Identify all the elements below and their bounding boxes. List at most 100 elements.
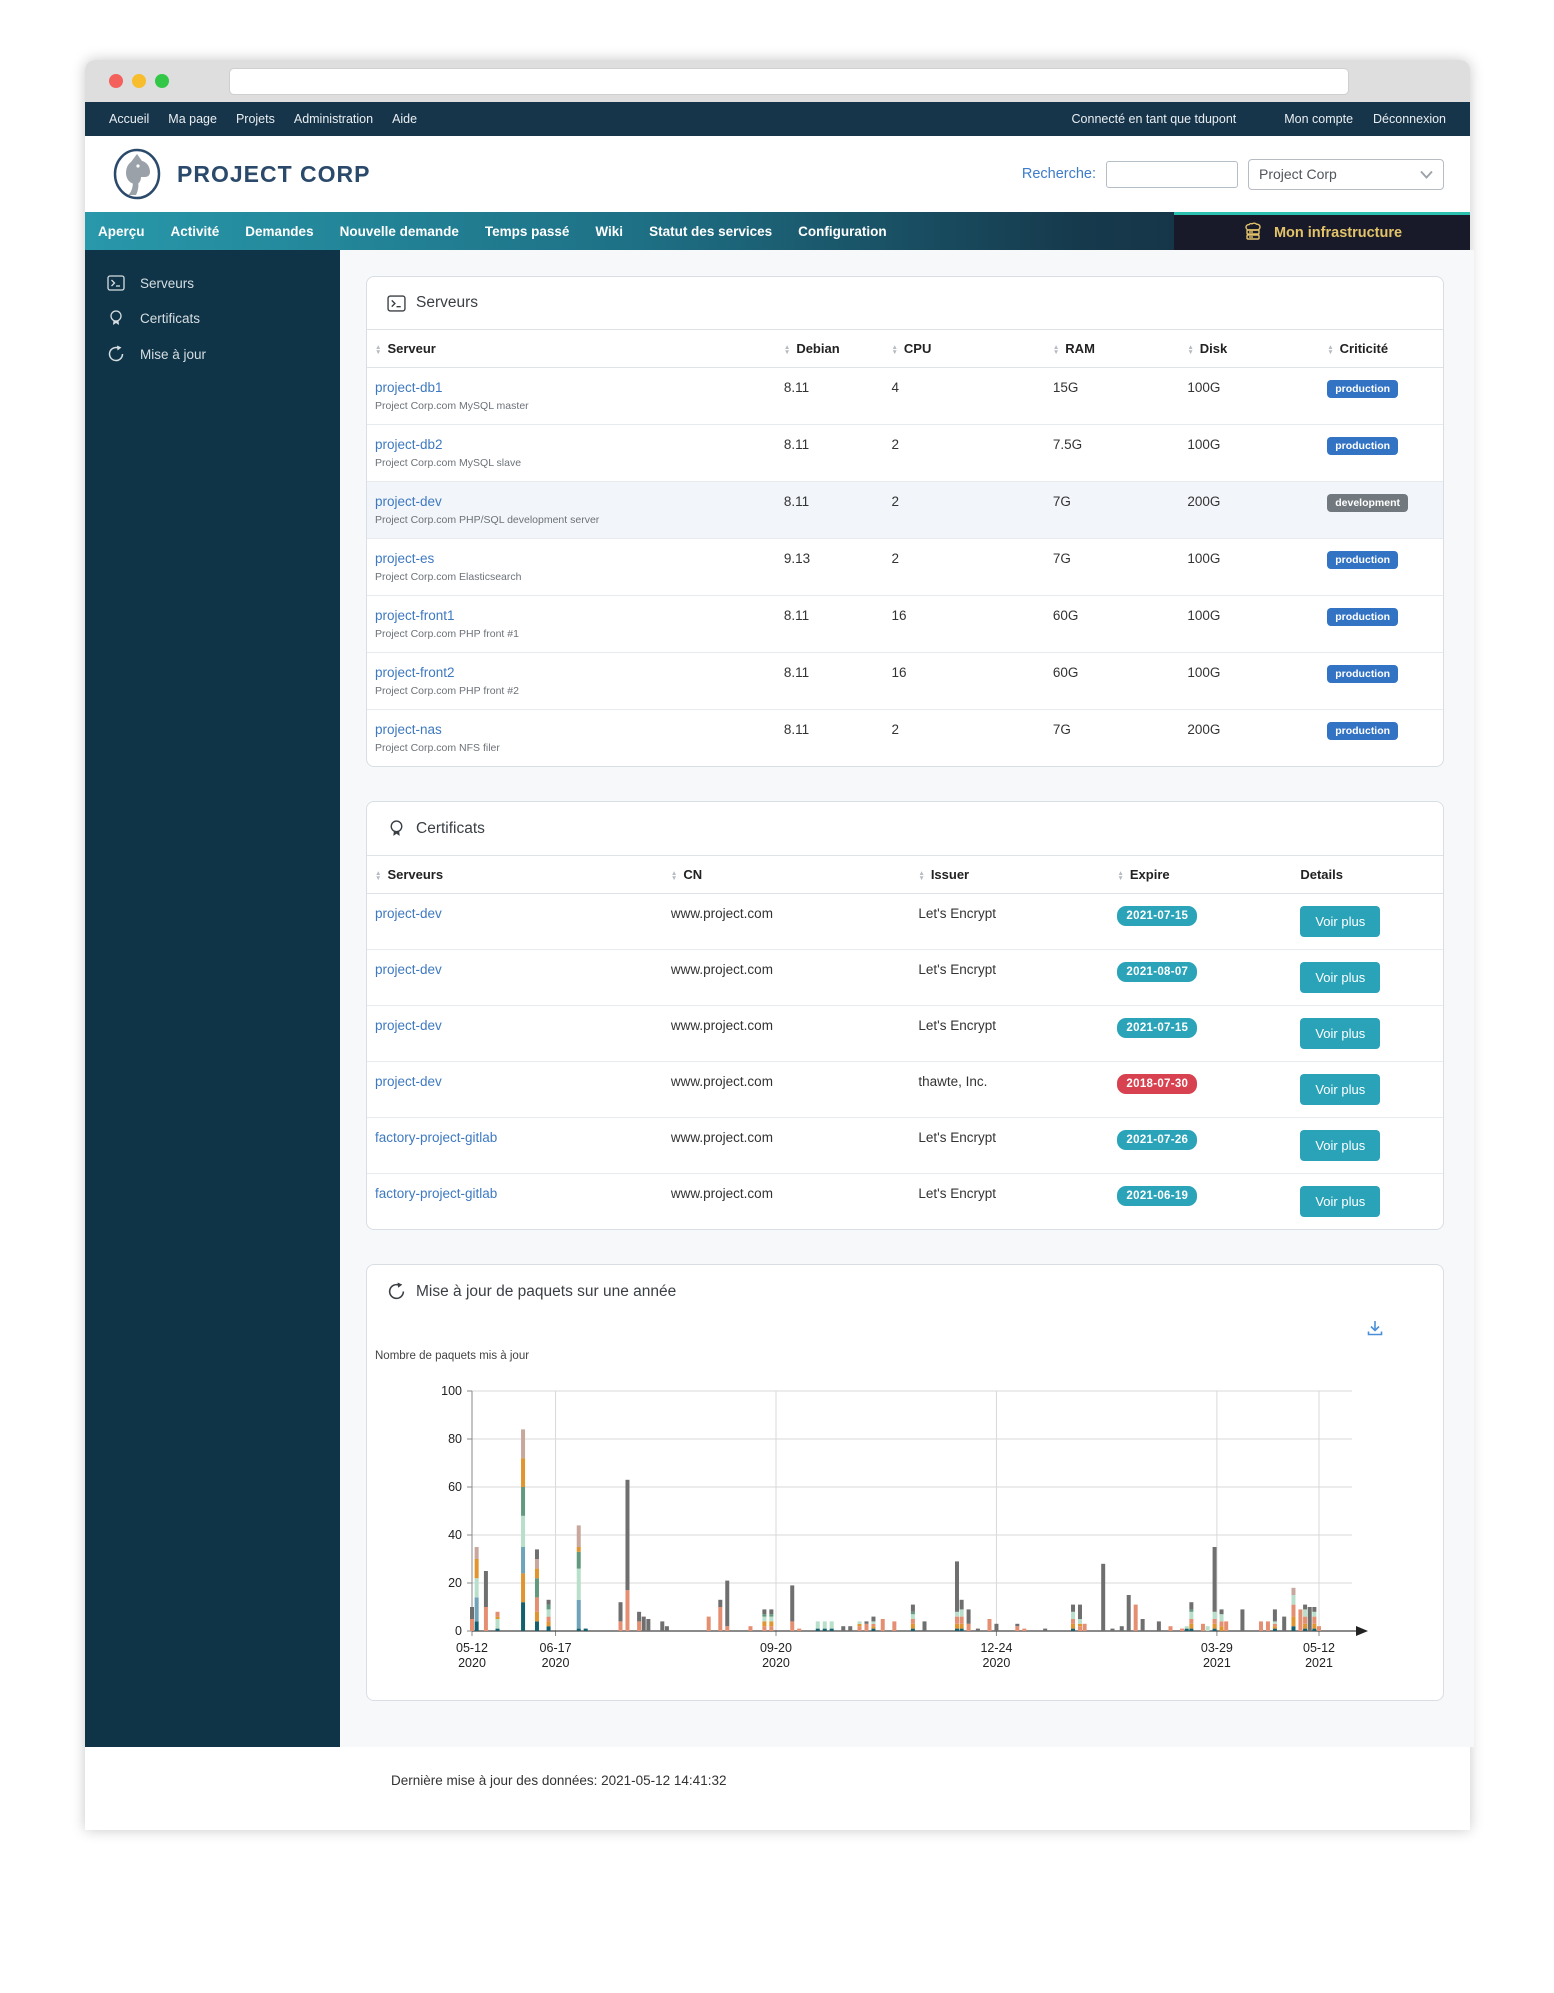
voir-plus-button[interactable]: Voir plus bbox=[1300, 1074, 1381, 1105]
sort-icon[interactable]: ▲ ▼ bbox=[1187, 344, 1193, 356]
column-header[interactable]: ▲ ▼ Serveur bbox=[367, 329, 776, 368]
disk-cell: 100G bbox=[1179, 367, 1320, 425]
bar-segment bbox=[871, 1621, 876, 1624]
sort-icon[interactable]: ▲ ▼ bbox=[891, 344, 897, 356]
nav-deconnexion[interactable]: Déconnexion bbox=[1373, 112, 1446, 126]
browser-chrome bbox=[85, 60, 1470, 102]
bar-segment bbox=[625, 1590, 630, 1631]
server-link[interactable]: project-dev bbox=[375, 494, 442, 509]
server-link[interactable]: project-es bbox=[375, 551, 434, 566]
tab-apercu[interactable]: Aperçu bbox=[85, 212, 158, 250]
criticity-cell: production bbox=[1319, 538, 1443, 596]
issuer-cell: Let's Encrypt bbox=[910, 1005, 1110, 1062]
sort-icon[interactable]: ▲ ▼ bbox=[918, 870, 924, 882]
tab-statut-des-services[interactable]: Statut des services bbox=[636, 212, 785, 250]
maximize-window-button[interactable] bbox=[155, 74, 169, 88]
nav-aide[interactable]: Aide bbox=[392, 112, 417, 126]
bar-segment bbox=[725, 1626, 730, 1631]
server-link[interactable]: project-db2 bbox=[375, 437, 443, 452]
voir-plus-button[interactable]: Voir plus bbox=[1300, 962, 1381, 993]
nav-accueil[interactable]: Accueil bbox=[109, 112, 149, 126]
bar-segment bbox=[815, 1628, 820, 1631]
server-link[interactable]: project-front1 bbox=[375, 608, 455, 623]
table-row: factory-project-gitlab www.project.com Let… bbox=[367, 1174, 1443, 1230]
bar-segment bbox=[1071, 1623, 1076, 1629]
sort-icon[interactable]: ▲ ▼ bbox=[1053, 344, 1059, 356]
certificate-server-link[interactable]: project-dev bbox=[375, 962, 442, 977]
tab-wiki[interactable]: Wiki bbox=[582, 212, 636, 250]
bar-segment bbox=[1110, 1628, 1115, 1631]
server-link[interactable]: project-db1 bbox=[375, 380, 443, 395]
bar-segment bbox=[1189, 1623, 1194, 1629]
sidebar-item-mise-a-jour[interactable]: Mise à jour bbox=[85, 336, 340, 372]
voir-plus-button[interactable]: Voir plus bbox=[1300, 1018, 1381, 1049]
bar-segment bbox=[534, 1597, 539, 1612]
certificate-server-link[interactable]: project-dev bbox=[375, 906, 442, 921]
tab-configuration[interactable]: Configuration bbox=[785, 212, 899, 250]
column-header[interactable]: ▲ ▼ Issuer bbox=[910, 855, 1110, 894]
bar-segment bbox=[637, 1621, 642, 1631]
column-header[interactable]: ▲ ▼ Disk bbox=[1179, 329, 1320, 368]
sidebar-item-serveurs[interactable]: Serveurs bbox=[85, 266, 340, 300]
bar-segment bbox=[769, 1614, 774, 1617]
tab-temps-passe[interactable]: Temps passé bbox=[472, 212, 583, 250]
sort-icon[interactable]: ▲ ▼ bbox=[1327, 344, 1333, 356]
sidebar-item-certificats[interactable]: Certificats bbox=[85, 300, 340, 336]
x-axis-arrow bbox=[1356, 1626, 1368, 1636]
nav-ma-page[interactable]: Ma page bbox=[168, 112, 217, 126]
sort-icon[interactable]: ▲ ▼ bbox=[784, 344, 790, 356]
certificate-server-link[interactable]: project-dev bbox=[375, 1018, 442, 1033]
bar-segment bbox=[762, 1609, 767, 1615]
minimize-window-button[interactable] bbox=[132, 74, 146, 88]
download-icon[interactable] bbox=[1365, 1318, 1385, 1338]
disk-cell: 100G bbox=[1179, 652, 1320, 710]
column-header[interactable]: ▲ ▼ Criticité bbox=[1319, 329, 1443, 368]
search-input[interactable] bbox=[1106, 160, 1238, 188]
certificate-icon bbox=[390, 820, 403, 836]
server-link[interactable]: project-front2 bbox=[375, 665, 455, 680]
url-bar[interactable] bbox=[229, 67, 1349, 95]
voir-plus-button[interactable]: Voir plus bbox=[1300, 1186, 1381, 1217]
certificate-server-link[interactable]: project-dev bbox=[375, 1074, 442, 1089]
bar-segment bbox=[871, 1628, 876, 1631]
app-header: PROJECT CORP Recherche: Project Corp bbox=[85, 136, 1470, 212]
ram-cell: 7.5G bbox=[1044, 424, 1180, 482]
tab-activite[interactable]: Activité bbox=[158, 212, 233, 250]
column-header[interactable]: ▲ ▼ Debian bbox=[775, 329, 884, 368]
column-header-label: Details bbox=[1300, 867, 1343, 882]
tab-demandes[interactable]: Demandes bbox=[232, 212, 326, 250]
close-window-button[interactable] bbox=[109, 74, 123, 88]
sort-icon[interactable]: ▲ ▼ bbox=[1117, 870, 1123, 882]
voir-plus-button[interactable]: Voir plus bbox=[1300, 1130, 1381, 1161]
bar-segment bbox=[1071, 1628, 1076, 1631]
nav-projets[interactable]: Projets bbox=[236, 112, 275, 126]
column-header[interactable]: ▲ ▼ CPU bbox=[883, 329, 1045, 368]
certificate-server-link[interactable]: factory-project-gitlab bbox=[375, 1186, 497, 1201]
nav-administration[interactable]: Administration bbox=[294, 112, 373, 126]
bar-segment bbox=[576, 1628, 581, 1631]
bar-segment bbox=[534, 1621, 539, 1631]
bar-segment bbox=[748, 1626, 753, 1631]
voir-plus-button[interactable]: Voir plus bbox=[1300, 906, 1381, 937]
table-row: project-dev www.project.com Let's Encrypt 2… bbox=[367, 893, 1443, 950]
bar-segment bbox=[910, 1619, 915, 1624]
sort-icon[interactable]: ▲ ▼ bbox=[375, 344, 381, 356]
certificate-server-link[interactable]: factory-project-gitlab bbox=[375, 1130, 497, 1145]
bar-segment bbox=[637, 1611, 642, 1622]
bar-segment bbox=[871, 1616, 876, 1622]
column-header-label: Serveur bbox=[387, 341, 436, 356]
column-header[interactable]: ▲ ▼ RAM bbox=[1044, 329, 1180, 368]
sort-icon[interactable]: ▲ ▼ bbox=[671, 870, 677, 882]
column-header[interactable]: ▲ ▼ CN bbox=[662, 855, 911, 894]
tab-nouvelle-demande[interactable]: Nouvelle demande bbox=[327, 212, 472, 250]
sort-icon[interactable]: ▲ ▼ bbox=[375, 870, 381, 882]
bar-segment bbox=[762, 1626, 767, 1631]
project-select[interactable]: Project Corp bbox=[1248, 158, 1444, 190]
server-name-cell: project-db2 Project Corp.com MySQL slave bbox=[367, 424, 776, 482]
disk-cell: 100G bbox=[1179, 424, 1320, 482]
nav-mon-compte[interactable]: Mon compte bbox=[1284, 112, 1353, 126]
column-header[interactable]: ▲ ▼ Serveurs bbox=[367, 855, 663, 894]
server-link[interactable]: project-nas bbox=[375, 722, 442, 737]
column-header[interactable]: ▲ ▼ Expire bbox=[1109, 855, 1293, 894]
bar-segment bbox=[521, 1487, 526, 1516]
